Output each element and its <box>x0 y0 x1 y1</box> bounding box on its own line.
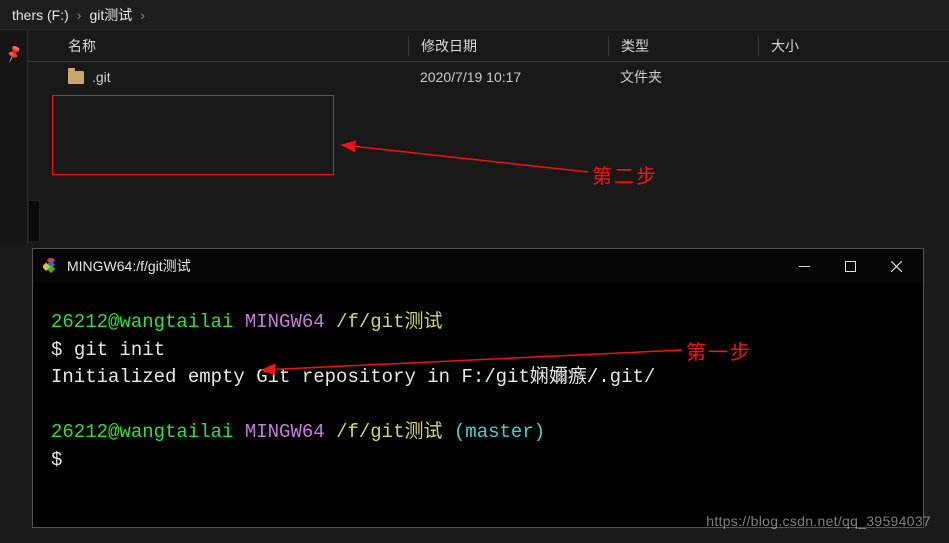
prompt-user: 26212@wangtailai <box>51 311 233 333</box>
prompt-host: MINGW64 <box>245 311 325 333</box>
column-header-name[interactable]: 名称 <box>28 36 408 56</box>
explorer-nav-collapsed[interactable]: 📌 <box>0 30 28 245</box>
close-button[interactable] <box>873 251 919 281</box>
file-date: 2020/7/19 10:17 <box>408 69 608 85</box>
separator-block <box>28 200 40 242</box>
terminal-window: MINGW64:/f/git测试 26212@wangtailai MINGW6… <box>32 248 924 528</box>
pin-icon: 📌 <box>4 44 25 65</box>
watermark-text: https://blog.csdn.net/qq_39594037 <box>706 513 931 529</box>
command-text: git init <box>74 339 165 361</box>
file-type: 文件夹 <box>608 67 758 87</box>
breadcrumb[interactable]: thers (F:) › git测试 › <box>0 0 949 30</box>
terminal-body[interactable]: 26212@wangtailai MINGW64 /f/git测试 $ git … <box>33 283 923 484</box>
command-output: Initialized empty Git repository in F:/g… <box>51 366 655 388</box>
file-explorer-pane: thers (F:) › git测试 › 📌 名称 修改日期 类型 大小 .gi… <box>0 0 949 245</box>
prompt-host: MINGW64 <box>245 421 325 443</box>
column-header-type[interactable]: 类型 <box>608 36 758 56</box>
file-name: .git <box>92 69 111 85</box>
prompt-path: /f/git测试 <box>336 421 442 443</box>
prompt-user: 26212@wangtailai <box>51 421 233 443</box>
table-row[interactable]: .git 2020/7/19 10:17 文件夹 <box>28 62 949 92</box>
chevron-right-icon: › <box>75 7 84 23</box>
column-headers-row: 名称 修改日期 类型 大小 <box>28 30 949 62</box>
breadcrumb-item[interactable]: thers (F:) <box>6 7 75 23</box>
minimize-button[interactable] <box>781 251 827 281</box>
prompt-symbol: $ <box>51 449 62 471</box>
breadcrumb-item[interactable]: git测试 <box>83 5 138 25</box>
column-header-date[interactable]: 修改日期 <box>408 36 608 56</box>
maximize-button[interactable] <box>827 251 873 281</box>
chevron-right-icon: › <box>138 7 147 23</box>
git-bash-icon <box>43 258 59 274</box>
prompt-branch: (master) <box>454 421 545 443</box>
terminal-title-text: MINGW64:/f/git测试 <box>67 256 191 276</box>
prompt-path: /f/git测试 <box>336 311 442 333</box>
folder-icon <box>68 71 84 84</box>
column-header-size[interactable]: 大小 <box>758 36 858 56</box>
terminal-titlebar[interactable]: MINGW64:/f/git测试 <box>33 249 923 283</box>
prompt-symbol: $ <box>51 339 74 361</box>
